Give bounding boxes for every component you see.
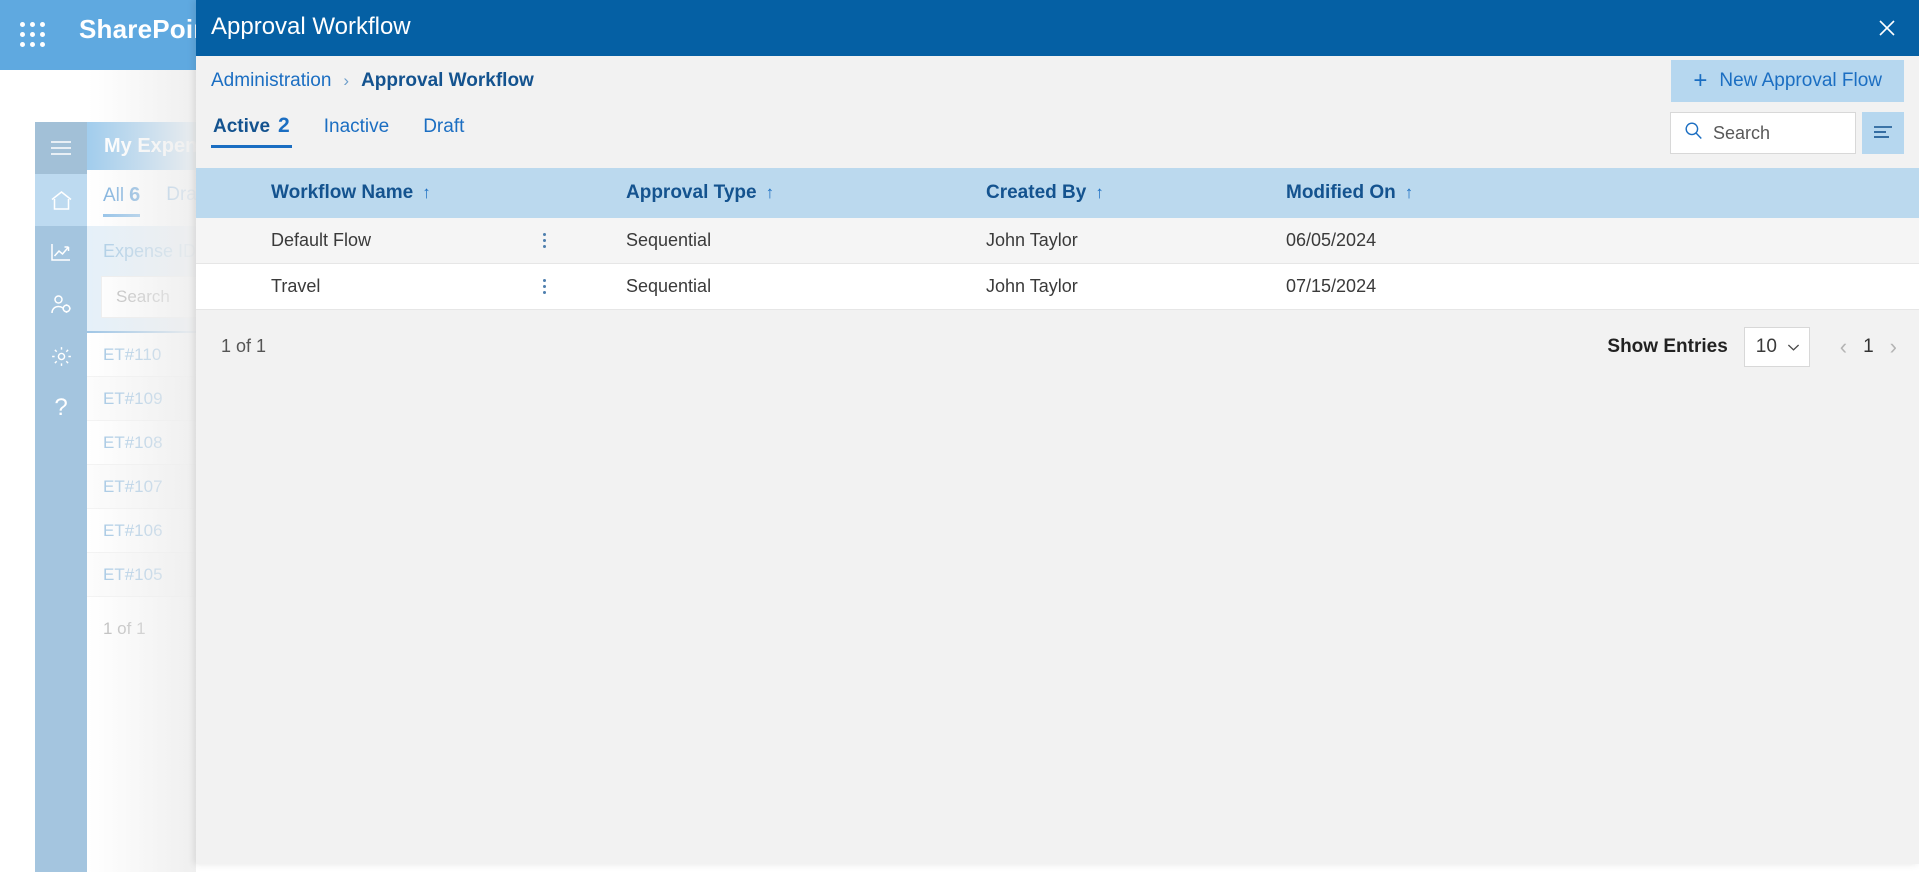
chevron-down-icon bbox=[1787, 336, 1800, 358]
sort-arrow-icon: ↑ bbox=[1095, 183, 1104, 202]
bg-column-expense-id-label: Expense ID bbox=[103, 240, 197, 261]
sort-arrow-icon: ↑ bbox=[765, 183, 775, 202]
tab-draft[interactable]: Draft bbox=[421, 116, 466, 148]
tab-active-count: 2 bbox=[278, 114, 290, 137]
table-row[interactable]: Default Flow Sequential John Taylor 06/0… bbox=[196, 218, 1919, 264]
column-header-workflow-name-label: Workflow Name bbox=[271, 182, 414, 203]
cell-approval-type: Sequential bbox=[626, 230, 712, 250]
entries-per-page-select[interactable]: 10 bbox=[1743, 327, 1810, 367]
gear-icon bbox=[50, 345, 73, 368]
breadcrumb-separator-icon: › bbox=[343, 71, 350, 90]
current-page-number[interactable]: 1 bbox=[1863, 336, 1874, 358]
sidebar-item-reports[interactable] bbox=[35, 226, 87, 278]
kebab-menu-icon[interactable] bbox=[533, 274, 555, 300]
sidebar-item-settings[interactable] bbox=[35, 330, 87, 382]
tab-active[interactable]: Active 2 bbox=[211, 114, 292, 148]
column-header-approval-type-label: Approval Type bbox=[626, 182, 757, 203]
home-icon bbox=[50, 190, 73, 211]
breadcrumb: Administration › Approval Workflow bbox=[211, 70, 534, 92]
column-header-approval-type[interactable]: Approval Type ↑ bbox=[626, 182, 986, 204]
hamburger-icon[interactable] bbox=[35, 122, 87, 174]
cell-workflow-name-text: Default Flow bbox=[271, 230, 372, 250]
prev-page-button[interactable]: ‹ bbox=[1840, 336, 1847, 358]
left-icon-rail: ? bbox=[35, 122, 87, 872]
modal-header: Approval Workflow bbox=[196, 0, 1919, 56]
tab-active-label: Active bbox=[213, 116, 271, 137]
pagination-info: 1 of 1 bbox=[221, 336, 267, 356]
cell-created-by: John Taylor bbox=[986, 276, 1078, 296]
screen: SharePoint ? My Expenses All 6 Draft Exp… bbox=[0, 0, 1919, 872]
cell-approval-type: Sequential bbox=[626, 276, 712, 296]
workflow-table: Workflow Name ↑ Approval Type ↑ Created … bbox=[196, 168, 1919, 310]
filter-icon bbox=[1872, 123, 1894, 144]
column-header-created-by[interactable]: Created By ↑ bbox=[986, 182, 1286, 204]
search-group bbox=[1670, 112, 1904, 154]
filter-button[interactable] bbox=[1862, 112, 1904, 154]
close-icon[interactable] bbox=[1867, 8, 1907, 48]
tab-draft-label: Draft bbox=[423, 116, 465, 137]
tab-inactive[interactable]: Inactive bbox=[322, 116, 391, 148]
cell-workflow-name: Travel bbox=[196, 276, 626, 297]
search-input[interactable] bbox=[1713, 122, 1833, 144]
modal-title: Approval Workflow bbox=[211, 13, 411, 40]
new-approval-flow-label: New Approval Flow bbox=[1719, 70, 1882, 91]
toolbar: Active 2 Inactive Draft bbox=[196, 108, 1919, 168]
approval-workflow-modal: Approval Workflow Administration › Appro… bbox=[196, 0, 1919, 864]
search-icon bbox=[1684, 121, 1703, 145]
cell-workflow-name: Default Flow bbox=[196, 230, 626, 251]
table-row[interactable]: Travel Sequential John Taylor 07/15/2024 bbox=[196, 264, 1919, 310]
breadcrumb-parent[interactable]: Administration bbox=[211, 70, 331, 92]
sort-arrow-icon: ↑ bbox=[1404, 183, 1414, 202]
pagination-controls: Show Entries 10 ‹ 1 › bbox=[1607, 327, 1897, 367]
sidebar-item-user-admin[interactable] bbox=[35, 278, 87, 330]
bg-tab-all[interactable]: All 6 bbox=[103, 183, 141, 217]
show-entries-label: Show Entries bbox=[1607, 336, 1728, 357]
user-settings-icon bbox=[50, 294, 73, 315]
tab-inactive-label: Inactive bbox=[323, 116, 390, 137]
entries-per-page-value: 10 bbox=[1755, 336, 1777, 357]
status-tabs: Active 2 Inactive Draft bbox=[211, 114, 466, 148]
table-footer: 1 of 1 Show Entries 10 ‹ 1 › bbox=[196, 310, 1919, 386]
cell-workflow-name-text: Travel bbox=[271, 276, 321, 296]
breadcrumb-row: Administration › Approval Workflow + New… bbox=[196, 56, 1919, 108]
column-header-modified-on[interactable]: Modified On ↑ bbox=[1286, 182, 1606, 204]
cell-modified-on: 06/05/2024 bbox=[1286, 230, 1377, 250]
modal-body: Administration › Approval Workflow + New… bbox=[196, 56, 1919, 864]
app-launcher-icon[interactable] bbox=[20, 22, 46, 48]
column-header-created-by-label: Created By bbox=[986, 182, 1087, 203]
cell-modified-on: 07/15/2024 bbox=[1286, 276, 1377, 296]
sidebar-item-help[interactable]: ? bbox=[35, 382, 87, 434]
question-icon: ? bbox=[54, 394, 68, 421]
kebab-menu-icon[interactable] bbox=[533, 228, 555, 254]
search-box[interactable] bbox=[1670, 112, 1856, 154]
cell-created-by: John Taylor bbox=[986, 230, 1078, 250]
column-header-modified-on-label: Modified On bbox=[1286, 182, 1396, 203]
sidebar-item-home[interactable] bbox=[35, 174, 87, 226]
bg-tab-all-count: 6 bbox=[129, 183, 141, 206]
next-page-button[interactable]: › bbox=[1890, 336, 1897, 358]
breadcrumb-current: Approval Workflow bbox=[361, 70, 534, 91]
table-header-row: Workflow Name ↑ Approval Type ↑ Created … bbox=[196, 168, 1919, 218]
sort-arrow-icon: ↑ bbox=[422, 183, 431, 202]
pager: ‹ 1 › bbox=[1840, 336, 1897, 358]
analytics-icon bbox=[50, 242, 72, 262]
bg-tab-all-label: All bbox=[103, 184, 125, 206]
new-approval-flow-button[interactable]: + New Approval Flow bbox=[1671, 60, 1904, 102]
column-header-workflow-name[interactable]: Workflow Name ↑ bbox=[196, 182, 626, 204]
plus-icon: + bbox=[1693, 67, 1708, 94]
